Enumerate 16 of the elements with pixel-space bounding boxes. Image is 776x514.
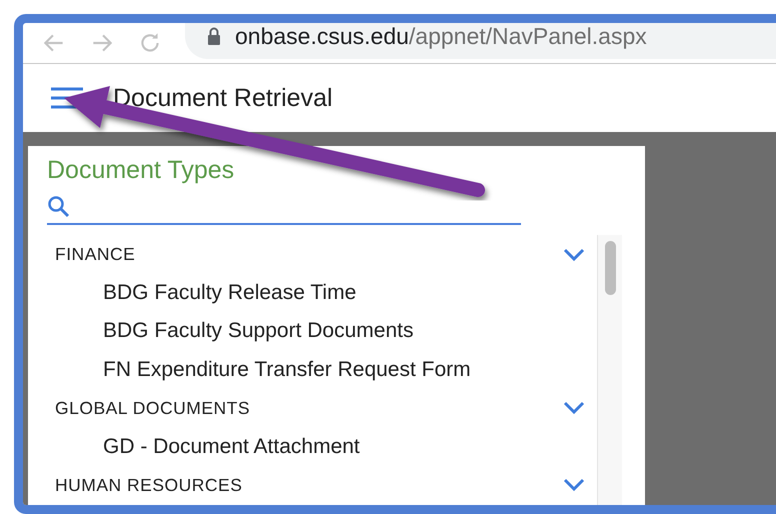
document-type-item[interactable]: BDG Faculty Support Documents xyxy=(55,312,593,350)
document-type-item[interactable]: FN Expenditure Transfer Request Form xyxy=(55,350,593,389)
address-bar[interactable]: onbase.csus.edu/appnet/NavPanel.aspx xyxy=(185,23,776,59)
lock-icon xyxy=(207,27,221,45)
group-heading[interactable]: FINANCE xyxy=(55,244,136,266)
panel-title: Document Types xyxy=(47,156,236,185)
chevron-icon[interactable] xyxy=(563,248,585,262)
scrollbar[interactable] xyxy=(597,235,622,505)
group-heading[interactable]: GLOBAL DOCUMENTS xyxy=(55,398,250,419)
document-type-item[interactable]: BDG Faculty Release Time xyxy=(55,274,593,312)
page-title: Document Retrieval xyxy=(113,84,333,112)
document-type-item[interactable]: GD - Document Attachment xyxy=(55,428,593,466)
chevron-icon[interactable] xyxy=(563,478,585,492)
group-heading[interactable]: HUMAN RESOURCES xyxy=(55,474,242,496)
chevron-icon[interactable] xyxy=(563,401,585,416)
search-icon xyxy=(47,195,71,219)
